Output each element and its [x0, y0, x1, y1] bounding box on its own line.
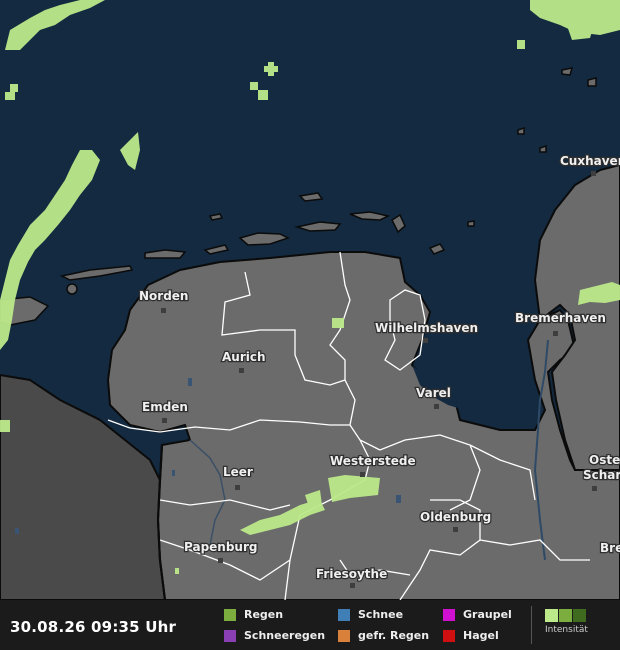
city-label: Bre	[600, 541, 620, 555]
legend-divider	[531, 606, 532, 644]
legend-label: gefr. Regen	[358, 629, 430, 642]
city-label: Emden	[142, 400, 188, 414]
city-label: Wilhelmshaven	[375, 321, 478, 335]
legend-swatch	[443, 629, 455, 642]
intensity-scale: Intensität	[545, 609, 605, 643]
city-label: Leer	[223, 465, 253, 479]
city-label: Cuxhaven	[560, 154, 620, 168]
legend-bar: 30.08.26 09:35 Uhr Regen Schneeregen Sch…	[0, 600, 620, 650]
city-label: Friesoythe	[316, 567, 387, 581]
legend-swatch	[338, 629, 350, 642]
legend-label: Graupel	[463, 608, 512, 621]
legend-label: Regen	[244, 608, 284, 621]
intensity-swatch-high	[573, 609, 586, 622]
legend-item-schnee: Schnee	[338, 608, 403, 621]
legend-item-gefr-regen: gefr. Regen	[338, 629, 429, 642]
city-label: Westerstede	[330, 454, 416, 468]
intensity-swatches	[545, 609, 605, 622]
weather-radar-map[interactable]: Cuxhaven Norden Wilhelmshaven Bremerhave…	[0, 0, 620, 650]
city-oste[interactable]: Oste	[588, 452, 620, 469]
intensity-label: Intensität	[545, 625, 588, 635]
city-label: Oldenburg	[420, 510, 491, 524]
intensity-swatch-low	[545, 609, 558, 622]
city-label: Aurich	[222, 350, 266, 364]
legend-item-hagel: Hagel	[443, 629, 499, 642]
legend-swatch	[224, 608, 236, 621]
legend-item-graupel: Graupel	[443, 608, 512, 621]
timestamp: 30.08.26 09:35 Uhr	[10, 618, 177, 636]
legend-swatch	[224, 629, 236, 642]
legend-item-regen: Regen	[224, 608, 283, 621]
legend-swatch	[443, 608, 455, 621]
city-bremen[interactable]: Bre	[599, 540, 620, 557]
legend-item-schneeregen: Schneeregen	[224, 629, 325, 642]
legend-label: Schnee	[358, 608, 404, 621]
city-label: Papenburg	[184, 540, 257, 554]
legend-label: Schneeregen	[244, 629, 326, 642]
city-label: Norden	[139, 289, 188, 303]
city-label: Schar	[583, 468, 620, 482]
intensity-swatch-mid	[559, 609, 572, 622]
city-label: Varel	[416, 386, 451, 400]
city-label: Oste	[589, 453, 620, 467]
legend-label: Hagel	[463, 629, 499, 642]
legend-swatch	[338, 608, 350, 621]
city-label: Bremerhaven	[515, 311, 606, 325]
